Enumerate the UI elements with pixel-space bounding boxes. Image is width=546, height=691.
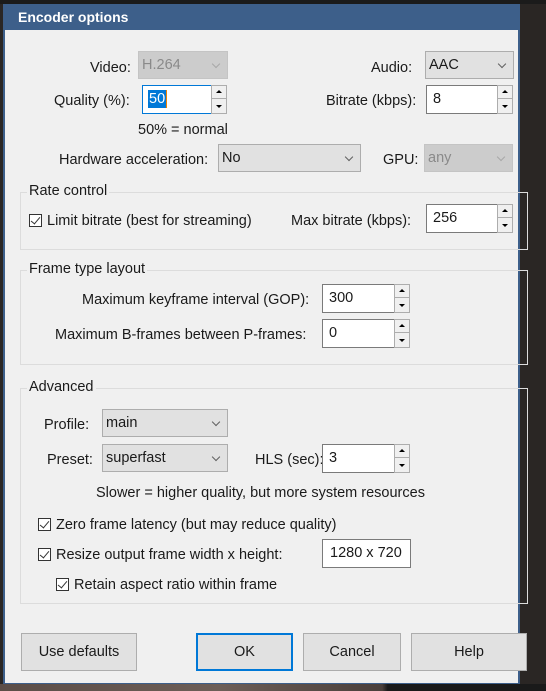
- zero-latency-label[interactable]: Zero frame latency (but may reduce quali…: [56, 516, 336, 534]
- limit-bitrate-checkbox[interactable]: [29, 214, 42, 227]
- hardware-acceleration-value: No: [222, 150, 241, 166]
- spin-up-icon[interactable]: [395, 285, 409, 298]
- profile-label: Profile:: [44, 417, 90, 433]
- preset-hint: Slower = higher quality, but more system…: [96, 485, 425, 501]
- preset-value: superfast: [106, 450, 166, 466]
- spin-down-icon[interactable]: [498, 100, 512, 113]
- retain-aspect-checkbox[interactable]: [56, 578, 69, 591]
- dialog-client-area: Video: H.264 Audio: AAC Quality (%): 50 …: [5, 30, 528, 683]
- quality-value[interactable]: 50: [148, 90, 168, 108]
- bitrate-spin-buttons: [497, 85, 513, 114]
- gpu-label: GPU:: [383, 152, 419, 168]
- audio-codec-select[interactable]: AAC: [425, 51, 514, 79]
- bframes-label: Maximum B-frames between P-frames:: [55, 327, 307, 343]
- bframes-value[interactable]: 0: [329, 324, 337, 342]
- quality-spinner[interactable]: 50: [142, 85, 227, 114]
- background-strip-bottom: [0, 684, 546, 691]
- resize-output-label[interactable]: Resize output frame width x height:: [56, 546, 282, 564]
- quality-hint: 50% = normal: [138, 122, 228, 138]
- bframes-spinner[interactable]: 0: [322, 319, 410, 348]
- limit-bitrate-label[interactable]: Limit bitrate (best for streaming): [47, 212, 252, 230]
- quality-spin-buttons: [211, 85, 227, 114]
- spin-up-icon[interactable]: [212, 86, 226, 99]
- video-codec-value: H.264: [142, 57, 181, 73]
- hls-spin-buttons: [394, 444, 410, 473]
- resize-output-checkbox[interactable]: [38, 548, 51, 561]
- profile-value: main: [106, 415, 138, 431]
- gop-value[interactable]: 300: [329, 289, 353, 307]
- use-defaults-button[interactable]: Use defaults: [21, 633, 137, 671]
- max-bitrate-spin-buttons: [497, 204, 513, 233]
- spin-down-icon[interactable]: [212, 100, 226, 113]
- retain-aspect-label[interactable]: Retain aspect ratio within frame: [74, 576, 277, 594]
- max-bitrate-value[interactable]: 256: [433, 209, 457, 227]
- spin-down-icon[interactable]: [395, 459, 409, 472]
- dialog-title: Encoder options: [18, 9, 129, 25]
- chevron-down-icon: [497, 59, 507, 69]
- resize-dimensions-input[interactable]: 1280 x 720: [322, 539, 411, 568]
- chevron-down-icon: [496, 152, 506, 162]
- zero-latency-checkbox[interactable]: [38, 518, 51, 531]
- audio-codec-value: AAC: [429, 57, 459, 73]
- chevron-down-icon: [211, 417, 221, 427]
- spin-down-icon[interactable]: [395, 334, 409, 347]
- gpu-select: any: [424, 144, 513, 172]
- preset-select[interactable]: superfast: [102, 444, 228, 472]
- ok-button[interactable]: OK: [196, 633, 293, 671]
- spin-up-icon[interactable]: [498, 86, 512, 99]
- help-button[interactable]: Help: [411, 633, 527, 671]
- spin-up-icon[interactable]: [395, 320, 409, 333]
- quality-label: Quality (%):: [54, 93, 130, 109]
- chevron-down-icon: [344, 152, 354, 162]
- bitrate-value[interactable]: 8: [433, 90, 441, 108]
- gpu-value: any: [428, 150, 452, 166]
- bframes-spin-buttons: [394, 319, 410, 348]
- rate-control-legend: Rate control: [27, 182, 110, 200]
- hls-spinner[interactable]: 3: [322, 444, 410, 473]
- encoder-options-dialog: Encoder options Video: H.264 Audio: AAC …: [3, 4, 528, 685]
- video-codec-select: H.264: [138, 51, 228, 79]
- spin-down-icon[interactable]: [498, 219, 512, 232]
- gop-label: Maximum keyframe interval (GOP):: [82, 292, 310, 308]
- hardware-acceleration-label: Hardware acceleration:: [59, 152, 209, 168]
- gop-spin-buttons: [394, 284, 410, 313]
- max-bitrate-label: Max bitrate (kbps):: [291, 213, 412, 229]
- profile-select[interactable]: main: [102, 409, 228, 437]
- video-label: Video:: [90, 60, 131, 76]
- bitrate-label: Bitrate (kbps):: [326, 93, 417, 109]
- cancel-button[interactable]: Cancel: [303, 633, 401, 671]
- chevron-down-icon: [211, 452, 221, 462]
- spin-up-icon[interactable]: [498, 205, 512, 218]
- gop-spinner[interactable]: 300: [322, 284, 410, 313]
- frame-type-layout-group: Frame type layout: [20, 260, 528, 365]
- hls-label: HLS (sec):: [255, 452, 324, 468]
- frame-type-layout-legend: Frame type layout: [27, 260, 148, 278]
- hardware-acceleration-select[interactable]: No: [218, 144, 361, 172]
- spin-up-icon[interactable]: [395, 445, 409, 458]
- spin-down-icon[interactable]: [395, 299, 409, 312]
- max-bitrate-spinner[interactable]: 256: [426, 204, 513, 233]
- chevron-down-icon: [211, 59, 221, 69]
- audio-label: Audio:: [371, 60, 413, 76]
- bitrate-spinner[interactable]: 8: [426, 85, 513, 114]
- advanced-legend: Advanced: [27, 378, 96, 396]
- hls-value[interactable]: 3: [329, 449, 337, 467]
- preset-label: Preset:: [47, 452, 93, 468]
